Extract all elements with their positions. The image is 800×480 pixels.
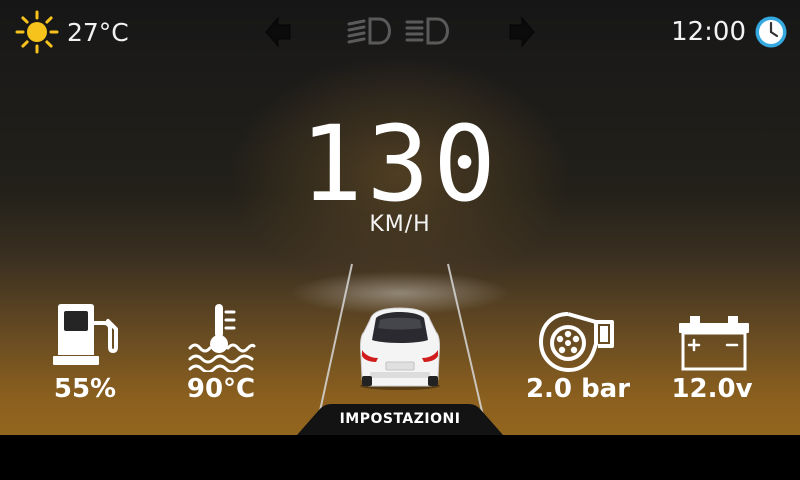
- bottom-bar: [0, 435, 800, 480]
- clock-widget: 12:00: [671, 12, 788, 52]
- coolant-temperature-value: 90°C: [186, 374, 256, 404]
- sun-icon: [15, 10, 59, 54]
- outside-temperature: 27°C: [67, 17, 129, 47]
- high-beam-icon: [405, 17, 449, 45]
- clock-icon: [755, 16, 787, 48]
- fuel-pump-icon: [53, 304, 118, 365]
- battery-voltage-value: 12.0v: [671, 374, 753, 404]
- low-beam-icon: [347, 17, 391, 45]
- fuel-level-value: 55%: [53, 374, 117, 404]
- coolant-temperature-icon: [188, 304, 256, 372]
- turbo-pressure-value: 2.0 bar: [525, 374, 631, 404]
- weather-widget: 27°C: [15, 10, 129, 54]
- battery-icon: [679, 316, 749, 371]
- speed-value: 130: [300, 103, 500, 225]
- speed-unit: KM/H: [369, 212, 431, 237]
- settings-button-label[interactable]: IMPOSTAZIONI: [297, 411, 503, 427]
- car-icon: [359, 307, 441, 390]
- clock-time: 12:00: [671, 17, 746, 47]
- arrow-right-icon[interactable]: [508, 14, 536, 50]
- arrow-left-icon[interactable]: [264, 14, 292, 50]
- turbo-icon: [539, 312, 614, 372]
